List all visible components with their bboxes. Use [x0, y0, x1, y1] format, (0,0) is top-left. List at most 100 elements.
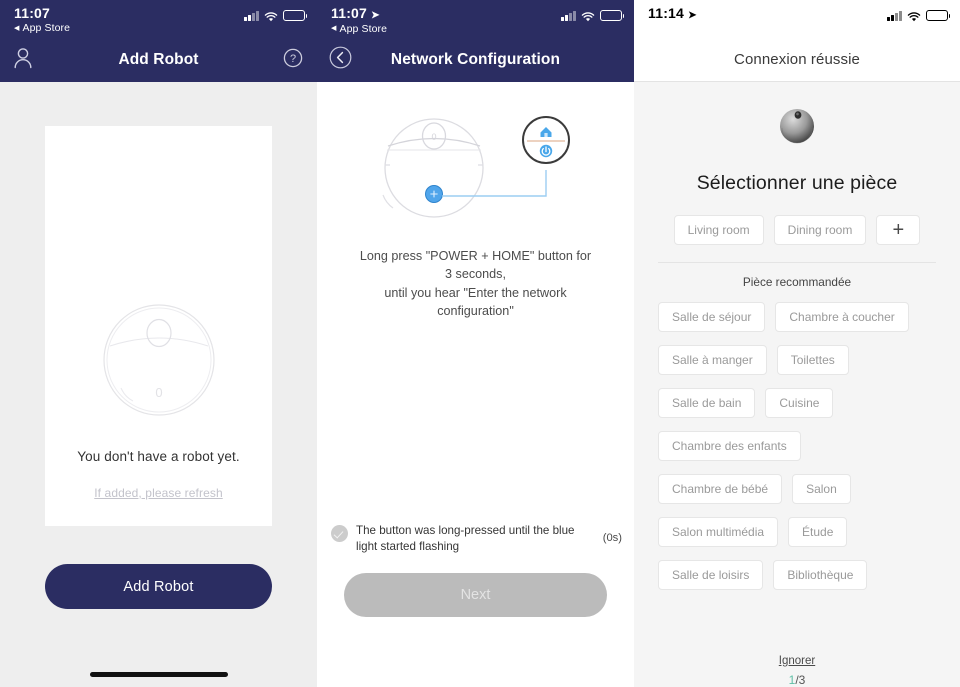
svg-text:0: 0	[155, 385, 162, 400]
battery-icon	[283, 10, 308, 21]
wifi-icon	[907, 10, 921, 22]
confirm-label: The button was long-pressed until the bl…	[356, 524, 575, 553]
recommended-rooms-list: Salle de séjour Chambre à coucher Salle …	[634, 302, 960, 590]
account-button[interactable]	[12, 38, 34, 82]
signal-bars-icon	[561, 10, 576, 21]
recommended-row: Salle de bain Cuisine	[658, 388, 960, 418]
status-left-2: 11:07 ➤ ◀ App Store	[331, 6, 387, 35]
panel-add-robot: 11:07 ◀ App Store Add Robot ? 0 You don'…	[0, 0, 317, 687]
room-chip[interactable]: Chambre à coucher	[775, 302, 909, 332]
check-circle-icon[interactable]	[331, 525, 348, 542]
status-back-app[interactable]: ◀ App Store	[331, 22, 388, 35]
location-arrow-icon: ➤	[371, 10, 380, 21]
instruction-line: 3 seconds,	[445, 267, 506, 282]
room-chip[interactable]: Salle de bain	[658, 388, 756, 418]
select-room-title: Sélectionner une pièce	[696, 172, 898, 194]
room-chip[interactable]: Salle à manger	[658, 345, 767, 375]
status-time: 11:07 ➤	[331, 5, 380, 21]
panel-select-room: 11:14 ➤ Connexion réussie Sélectionner u…	[634, 0, 960, 687]
status-right-3	[887, 10, 951, 22]
room-chip[interactable]: Salon multimédia	[658, 517, 779, 547]
panel-2-body: 0 Long press "POWER + HOME" button for 3…	[317, 110, 634, 687]
back-chevron-icon	[329, 46, 352, 74]
help-button[interactable]: ?	[283, 38, 303, 82]
wifi-icon	[581, 10, 595, 22]
panel-3-body: Sélectionner une pièce Living room Dinin…	[634, 106, 960, 687]
page-title: Add Robot	[118, 51, 199, 68]
location-arrow-icon: ➤	[688, 10, 697, 21]
instruction-text: Long press "POWER + HOME" button for 3 s…	[343, 247, 608, 320]
robot-button-diagram: 0	[361, 110, 591, 235]
refresh-link[interactable]: If added, please refresh	[94, 486, 222, 500]
recommended-row: Chambre des enfants	[658, 431, 960, 461]
room-chip[interactable]: Bibliothèque	[773, 560, 868, 590]
status-bar-2: 11:07 ➤ ◀ App Store	[317, 0, 634, 38]
page-title: Connexion réussie	[734, 51, 860, 68]
nav-bar-1: Add Robot ?	[0, 38, 317, 82]
room-chip[interactable]: Salon	[792, 474, 851, 504]
svg-text:0: 0	[431, 132, 436, 142]
ignore-link[interactable]: Ignorer	[634, 655, 960, 667]
panel-1-body: 0 You don't have a robot yet. If added, …	[0, 82, 317, 687]
nav-bar-2: Network Configuration	[317, 38, 634, 82]
next-button[interactable]: Next	[344, 573, 607, 617]
help-question-icon: ?	[283, 48, 303, 73]
back-triangle-icon: ◀	[331, 25, 337, 33]
back-triangle-icon: ◀	[14, 24, 20, 32]
room-chip[interactable]: Étude	[788, 517, 848, 547]
recommended-row: Chambre de bébé Salon	[658, 474, 960, 504]
back-button[interactable]	[329, 38, 352, 82]
room-chip[interactable]: Chambre de bébé	[658, 474, 783, 504]
page-total: 3	[798, 673, 806, 687]
status-left-3: 11:14 ➤	[648, 6, 697, 22]
room-chip[interactable]: Cuisine	[765, 388, 834, 418]
robot-vacuum-outline-icon: 0	[100, 301, 218, 424]
room-chip[interactable]: Salle de séjour	[658, 302, 766, 332]
add-room-button[interactable]: +	[876, 215, 921, 245]
status-back-app[interactable]: ◀ App Store	[14, 21, 71, 34]
instruction-line: configuration"	[437, 303, 514, 318]
empty-state-title: You don't have a robot yet.	[77, 449, 240, 464]
page-indicator: 1/3	[634, 673, 960, 687]
page-title: Network Configuration	[390, 51, 561, 68]
recommended-row: Salle de loisirs Bibliothèque	[658, 560, 960, 590]
status-right-1	[244, 10, 308, 22]
back-app-label: App Store	[22, 21, 71, 34]
recommended-row: Salle à manger Toilettes	[658, 345, 960, 375]
back-app-label: App Store	[339, 22, 388, 35]
nav-bar-3: Connexion réussie	[634, 38, 960, 82]
existing-rooms-row: Living room Dining room +	[634, 215, 960, 245]
empty-state-card: 0 You don't have a robot yet. If added, …	[45, 126, 272, 526]
room-chip-dining-room[interactable]: Dining room	[773, 215, 867, 245]
battery-icon	[600, 10, 625, 21]
status-bar-1: 11:07 ◀ App Store	[0, 0, 317, 38]
status-time: 11:14 ➤	[648, 5, 697, 21]
status-left-1: 11:07 ◀ App Store	[14, 6, 70, 34]
divider	[658, 262, 936, 263]
room-chip[interactable]: Toilettes	[776, 345, 849, 375]
battery-icon	[926, 10, 951, 21]
add-robot-button[interactable]: Add Robot	[45, 564, 272, 609]
room-chip[interactable]: Salle de loisirs	[658, 560, 764, 590]
status-time: 11:07	[14, 5, 51, 21]
wifi-icon	[264, 10, 278, 22]
status-right-2	[561, 10, 625, 22]
room-chip-living-room[interactable]: Living room	[673, 215, 764, 245]
recommended-rooms-label: Pièce recommandée	[742, 275, 852, 289]
home-indicator[interactable]	[89, 672, 228, 677]
instruction-line: Long press "POWER + HOME" button for	[359, 249, 592, 263]
countdown-seconds: (0s)	[602, 532, 622, 544]
recommended-row: Salon multimédia Étude	[658, 517, 960, 547]
status-bar-3: 11:14 ➤	[634, 0, 960, 38]
robot-sphere-icon	[777, 106, 817, 146]
instruction-line: until you hear "Enter the network	[384, 285, 567, 300]
panel-network-configuration: 11:07 ➤ ◀ App Store Network Configuratio…	[317, 0, 634, 687]
signal-bars-icon	[244, 10, 259, 21]
signal-bars-icon	[887, 10, 902, 21]
recommended-row: Salle de séjour Chambre à coucher	[658, 302, 960, 332]
three-phone-screenshots: 11:07 ◀ App Store Add Robot ? 0 You don'…	[0, 0, 960, 687]
svg-text:?: ?	[290, 53, 296, 65]
confirm-checkbox-row[interactable]: The button was long-pressed until the bl…	[331, 523, 622, 554]
user-account-icon	[12, 46, 34, 75]
room-chip[interactable]: Chambre des enfants	[658, 431, 801, 461]
